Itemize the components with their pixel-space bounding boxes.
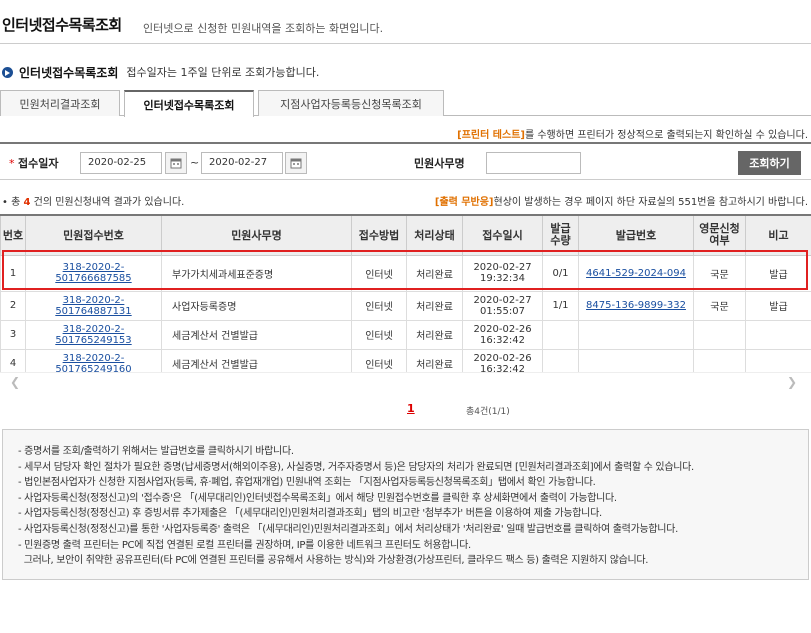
- col-header-no: 번호: [0, 214, 26, 256]
- date-from-input[interactable]: 2020-02-25: [80, 152, 162, 174]
- info-line: - 사업자등록신청(정정신고)의 '접수증'은 「(세무대리인)인터넷접수목록조…: [18, 492, 617, 504]
- printer-test-link[interactable]: [프린터 테스트]: [457, 130, 525, 141]
- tab-bar: 민원처리결과조회 인터넷접수목록조회 지점사업자등록등신청목록조회: [0, 90, 811, 117]
- cell-task: 세금계산서 건별발급: [161, 319, 352, 350]
- page-number-link[interactable]: 1: [407, 402, 415, 415]
- page-header: 인터넷접수목록조회 인터넷으로 신청한 민원내역을 조회하는 화면입니다.: [0, 0, 811, 44]
- section-description: 접수일자는 1주일 단위로 조회가능합니다.: [126, 66, 320, 79]
- cell-date-time: 16:32:42: [480, 334, 525, 346]
- page-description: 인터넷으로 신청한 민원내역을 조회하는 화면입니다.: [143, 22, 384, 35]
- cell-qty: 1/1: [542, 290, 579, 321]
- cell-english: 국문: [693, 290, 746, 321]
- cell-no: 1: [0, 254, 26, 292]
- cell-english: 국문: [693, 254, 746, 292]
- task-name-label: 민원사무명: [414, 157, 465, 170]
- info-line: - 사업자등록신청(정정신고)를 통한 '사업자등록증' 출력은 「(세무대리인…: [18, 523, 678, 535]
- result-count: • 총 4 건의 민원신청내역 결과가 있습니다.: [2, 193, 184, 208]
- receipt-number-link[interactable]: 318-2020-2-501765249153: [55, 324, 131, 346]
- issue-number-link[interactable]: 4641-529-2024-094: [586, 268, 686, 279]
- col-header-receipt-no: 민원접수번호: [25, 214, 162, 256]
- cell-date: 2020-02-26 16:32:42: [462, 319, 543, 350]
- print-issue-highlight: [출력 무반응]: [434, 197, 494, 208]
- col-header-english: 영문신청 여부: [693, 214, 746, 256]
- section-title: 인터넷접수목록조회: [19, 65, 119, 80]
- info-line: - 세무서 담당자 확인 절차가 필요한 증명(납세증명서(해외이주용), 사실…: [18, 461, 694, 473]
- table-row: 2 318-2020-2-501764887131 사업자등록증명 인터넷 처리…: [0, 290, 811, 321]
- cell-date: 2020-02-27 01:55:07: [462, 290, 543, 321]
- info-line: 그러나, 보안이 취약한 공유프린터(타 PC에 연결된 프린터를 공유해서 사…: [18, 555, 649, 567]
- cell-status: 처리완료: [406, 319, 463, 350]
- cell-date-time: 01:55:07: [480, 305, 525, 317]
- info-line: - 법인본점사업자가 신청한 지점사업자(등록, 휴·폐업, 휴업재개업) 민원…: [18, 477, 596, 489]
- horizontal-scrollbar[interactable]: ❮ ❯: [0, 372, 811, 389]
- tab-internet-receipt-list[interactable]: 인터넷접수목록조회: [124, 90, 254, 117]
- print-issue-notice: [출력 무반응]현상이 발생하는 경우 페이지 하단 자료실의 551번을 참고…: [435, 193, 808, 208]
- printer-test-notice: [프린터 테스트]를 수행하면 프린터가 정상적으로 출력되는지 확인하실 수 …: [457, 126, 808, 141]
- bullet-arrow-icon: [2, 66, 13, 78]
- info-line: - 증명서를 조회/출력하기 위해서는 발급번호를 클릭하시기 바랍니다.: [18, 446, 294, 457]
- print-issue-text: 현상이 발생하는 경우 페이지 하단 자료실의 551번을 참고하시기 바랍니다…: [493, 197, 809, 208]
- result-suffix: 건의 민원신청내역 결과가 있습니다.: [33, 197, 185, 208]
- scroll-left-icon[interactable]: ❮: [10, 375, 20, 389]
- date-to-input[interactable]: 2020-02-27: [201, 152, 283, 174]
- cell-method: 인터넷: [351, 290, 407, 321]
- table-header-row: 번호 민원접수번호 민원사무명 접수방법 처리상태 접수일시 발급 수량 발급번…: [0, 214, 811, 256]
- tab-branch-registration-list[interactable]: 지점사업자등록등신청목록조회: [258, 90, 444, 116]
- receipt-number-link[interactable]: 318-2020-2-501766687585: [55, 262, 131, 284]
- info-box: - 증명서를 조회/출력하기 위해서는 발급번호를 클릭하시기 바랍니다. - …: [2, 429, 809, 580]
- col-header-date: 접수일시: [462, 214, 543, 256]
- table-row: 1 318-2020-2-501766687585 부가가치세과세표준증명 인터…: [0, 254, 811, 292]
- cell-note: 발급: [745, 290, 811, 321]
- receipt-number-link[interactable]: 318-2020-2-501764887131: [55, 295, 131, 317]
- col-header-task: 민원사무명: [161, 214, 352, 256]
- receipt-table: 번호 민원접수번호 민원사무명 접수방법 처리상태 접수일시 발급 수량 발급번…: [0, 214, 811, 379]
- calendar-icon[interactable]: [285, 152, 307, 174]
- cell-no: 2: [0, 290, 26, 321]
- cell-date-day: 2020-02-27: [473, 294, 532, 306]
- task-name-input[interactable]: [486, 152, 581, 174]
- pagination-total: 총4건(1/1): [466, 407, 510, 417]
- cell-qty: [542, 319, 579, 350]
- printer-test-text: 를 수행하면 프린터가 정상적으로 출력되는지 확인하실 수 있습니다.: [524, 130, 808, 141]
- search-button[interactable]: 조회하기: [738, 151, 801, 175]
- cell-date-day: 2020-02-26: [473, 352, 532, 364]
- cell-task: 부가가치세과세표준증명: [161, 254, 352, 292]
- cell-method: 인터넷: [351, 319, 407, 350]
- col-header-method: 접수방법: [351, 214, 407, 256]
- cell-date-time: 19:32:34: [480, 273, 525, 284]
- cell-task: 사업자등록증명: [161, 290, 352, 321]
- cell-no: 3: [0, 319, 26, 350]
- date-range-separator: ~: [190, 156, 200, 169]
- col-header-status: 처리상태: [406, 214, 463, 256]
- cell-date-day: 2020-02-27: [473, 262, 532, 273]
- required-mark: *: [9, 157, 15, 170]
- col-header-issue-no: 발급번호: [578, 214, 694, 256]
- cell-date: 2020-02-27 19:32:34: [462, 254, 543, 292]
- col-header-qty: 발급 수량: [542, 214, 579, 256]
- cell-qty: 0/1: [542, 254, 579, 292]
- tab-result-lookup[interactable]: 민원처리결과조회: [0, 90, 120, 116]
- section-header: 인터넷접수목록조회 접수일자는 1주일 단위로 조회가능합니다.: [2, 64, 319, 80]
- table-row: 3 318-2020-2-501765249153 세금계산서 건별발급 인터넷…: [0, 319, 811, 350]
- issue-number-link[interactable]: 8475-136-9899-332: [586, 300, 686, 311]
- cell-note: [745, 319, 811, 350]
- cell-english: [693, 319, 746, 350]
- scroll-right-icon[interactable]: ❯: [787, 375, 797, 389]
- search-panel: * 접수일자 2020-02-25 ~ 2020-02-27 민원사무명 조회하…: [0, 142, 811, 180]
- calendar-icon[interactable]: [165, 152, 187, 174]
- info-line: - 사업자등록신청(정정신고) 후 증빙서류 추가제출은 「(세무대리인)민원처…: [18, 508, 602, 520]
- result-prefix: • 총: [2, 197, 21, 208]
- info-line: - 민원증명 출력 프린터는 PC에 직접 연결된 로컬 프린터를 권장하며, …: [18, 539, 471, 551]
- result-count-number: 4: [23, 197, 31, 208]
- page-title: 인터넷접수목록조회: [2, 16, 122, 34]
- cell-date-day: 2020-02-26: [473, 323, 532, 335]
- cell-status: 처리완료: [406, 290, 463, 321]
- cell-method: 인터넷: [351, 254, 407, 292]
- cell-note: 발급: [745, 254, 811, 292]
- cell-status: 처리완료: [406, 254, 463, 292]
- date-label: 접수일자: [18, 157, 59, 170]
- col-header-note: 비고: [745, 214, 811, 256]
